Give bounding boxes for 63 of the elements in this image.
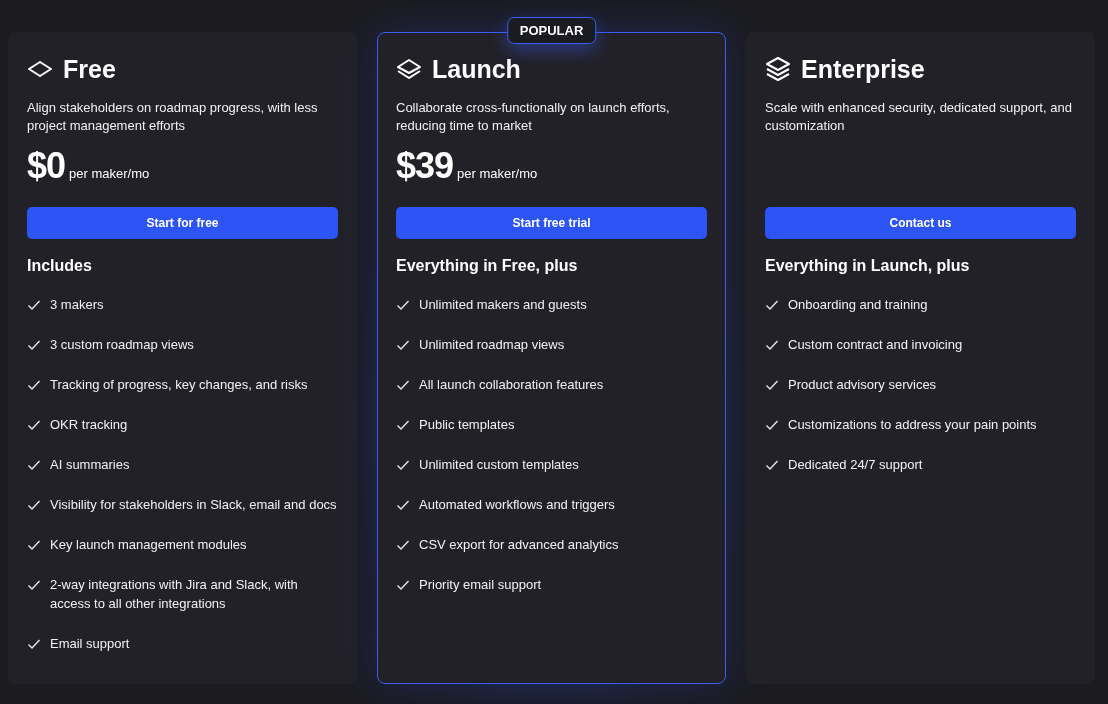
plan-button[interactable]: Start free trial [396,207,707,239]
feature-text: Dedicated 24/7 support [788,456,923,474]
feature-text: Email support [50,635,130,653]
check-icon [765,378,779,392]
feature-text: OKR tracking [50,416,128,434]
popular-badge: POPULAR [506,17,597,44]
feature-text: Onboarding and training [788,296,928,314]
price-unit: per maker/mo [69,166,150,181]
plan-button[interactable]: Start for free [27,207,338,239]
check-icon [396,378,410,392]
plan-price: $39 [396,145,454,187]
feature-text: Automated workflows and triggers [419,496,615,514]
check-icon [27,498,41,512]
feature-text: CSV export for advanced analytics [419,536,619,554]
feature-text: Public templates [419,416,515,434]
features-heading: Includes [27,257,93,275]
plan-title: Free [63,54,116,84]
plan-description: Scale with enhanced security, dedicated support, and customization [765,99,1073,135]
layers-icon [765,56,791,82]
check-icon [27,298,41,312]
feature-text: Custom contract and invoicing [788,336,963,354]
check-icon [27,378,41,392]
check-icon [396,458,410,472]
check-icon [27,637,41,651]
check-icon [396,298,410,312]
feature-text: Visibility for stakeholders in Slack, email and docs [50,496,337,514]
check-icon [765,298,779,312]
check-icon [396,498,410,512]
features-heading: Everything in Launch, plus [765,257,971,275]
check-icon [765,338,779,352]
plan-price: $0 [27,145,66,187]
check-icon [27,418,41,432]
price-unit: per maker/mo [457,166,538,181]
feature-text: Product advisory services [788,376,937,394]
feature-text: 2-way integrations with Jira and Slack, with access to all other integrations [50,576,299,613]
feature-text: Customizations to address your pain points [788,416,1037,434]
check-icon [27,458,41,472]
check-icon [396,538,410,552]
feature-text: Key launch management modules [50,536,247,554]
features-heading: Everything in Free, plus [396,257,579,275]
plan-description: Collaborate cross-functionally on launch efforts, reducing time to market [396,99,671,135]
plan-button[interactable]: Contact us [765,207,1076,239]
feature-text: 3 makers [50,296,104,314]
feature-text: Tracking of progress, key changes, and risks [50,376,308,394]
check-icon [27,538,41,552]
check-icon [27,578,41,592]
feature-text: Unlimited custom templates [419,456,579,474]
plan-title: Enterprise [801,54,925,84]
feature-text: AI summaries [50,456,130,474]
feature-text: Unlimited makers and guests [419,296,587,314]
check-icon [396,578,410,592]
plan-title: Launch [432,54,521,84]
feature-text: Priority email support [419,576,542,594]
check-icon [765,418,779,432]
feature-text: All launch collaboration features [419,376,604,394]
check-icon [396,338,410,352]
check-icon [765,458,779,472]
feature-text: Unlimited roadmap views [419,336,565,354]
check-icon [396,418,410,432]
layers-icon [396,56,422,82]
plan-description: Align stakeholders on roadmap progress, with less project management efforts [27,99,319,135]
feature-text: 3 custom roadmap views [50,336,194,354]
check-icon [27,338,41,352]
